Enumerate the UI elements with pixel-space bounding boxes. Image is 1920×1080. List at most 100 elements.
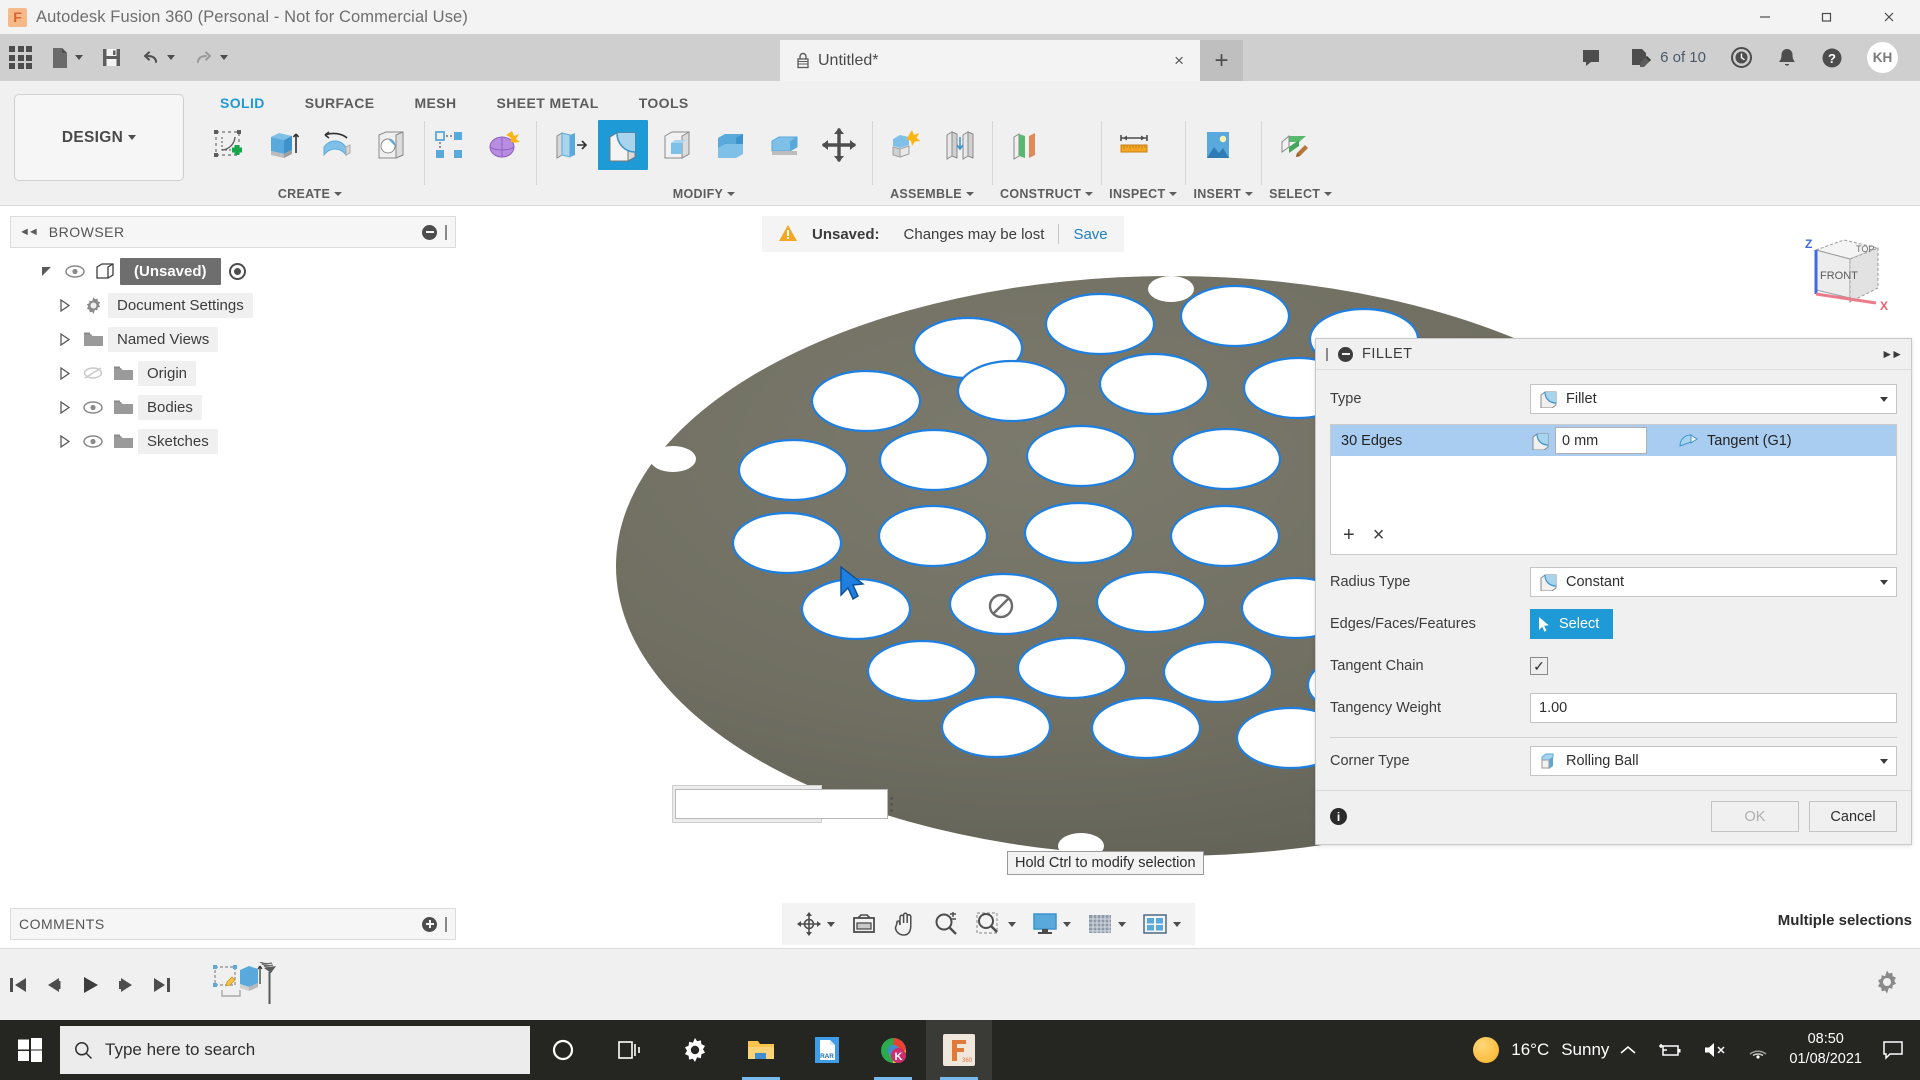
add-comment-icon[interactable] — [422, 917, 437, 932]
fusion360-taskbar-icon[interactable]: 360 — [926, 1020, 992, 1080]
tab-solid[interactable]: SOLID — [200, 89, 285, 117]
zoom-tool[interactable] — [925, 906, 967, 942]
comments-resize-handle[interactable] — [445, 917, 447, 932]
file-explorer-icon[interactable] — [728, 1020, 794, 1080]
fillet-type-select[interactable]: Fillet — [1530, 384, 1897, 414]
tab-tools[interactable]: TOOLS — [619, 89, 709, 117]
zoom-window-tool[interactable] — [967, 906, 1024, 942]
fillet-tool[interactable] — [598, 120, 648, 170]
visibility-eye-icon[interactable] — [78, 401, 108, 414]
panel-create-label[interactable]: CREATE — [204, 187, 416, 205]
tab-surface[interactable]: SURFACE — [285, 89, 395, 117]
extrude-tool[interactable] — [258, 120, 308, 170]
measure-tool[interactable] — [1109, 120, 1159, 170]
select-button[interactable]: Select — [1530, 609, 1613, 639]
expand-arrow-icon[interactable] — [52, 435, 78, 448]
hole-tool[interactable] — [366, 120, 416, 170]
fillet-edge-row[interactable]: 30 Edges 0 mm Tangent (G1) — [1331, 425, 1896, 456]
dialog-drag-handle[interactable] — [1326, 348, 1328, 361]
draft-tool[interactable] — [706, 120, 756, 170]
new-tab-button[interactable]: + — [1200, 40, 1243, 81]
expand-arrow-icon[interactable] — [52, 367, 78, 380]
panel-insert-label[interactable]: INSERT — [1193, 187, 1253, 205]
panel-modify-label[interactable]: MODIFY — [544, 187, 864, 205]
panel-inspect-label[interactable]: INSPECT — [1109, 187, 1177, 205]
battery-icon[interactable] — [1647, 1020, 1693, 1080]
add-edge-set-icon[interactable]: + — [1343, 525, 1355, 545]
expand-arrow-icon[interactable] — [34, 264, 60, 278]
settings-icon[interactable] — [662, 1020, 728, 1080]
visibility-eye-icon[interactable] — [60, 265, 90, 278]
fillet-dialog-header[interactable]: FILLET ►► — [1316, 339, 1911, 370]
close-button[interactable] — [1858, 0, 1920, 34]
tree-node-document-settings[interactable]: Document Settings — [52, 288, 456, 322]
document-tab-close-icon[interactable]: × — [1168, 51, 1190, 71]
taskbar-clock[interactable]: 08:50 01/08/2021 — [1779, 1030, 1872, 1069]
panel-construct-label[interactable]: CONSTRUCT — [1000, 187, 1093, 205]
task-view-icon[interactable] — [596, 1020, 662, 1080]
pan-tool[interactable] — [885, 906, 925, 942]
combine-tool[interactable] — [760, 120, 810, 170]
winrar-icon[interactable]: RAR — [794, 1020, 860, 1080]
undo-button[interactable] — [131, 34, 184, 81]
grid-snap-tool[interactable] — [1079, 906, 1134, 942]
collapse-dialog-icon[interactable] — [1338, 347, 1353, 362]
press-pull-tool[interactable] — [544, 120, 594, 170]
tree-node-unsaved[interactable]: (Unsaved) — [34, 254, 456, 288]
collapse-left-icon[interactable]: ◄◄ — [19, 226, 37, 238]
timeline-feature-marker[interactable] — [208, 961, 278, 1009]
activate-component-icon[interactable] — [229, 263, 246, 280]
shell-tool[interactable] — [652, 120, 702, 170]
select-tool[interactable] — [1269, 120, 1319, 170]
move-copy-tool[interactable] — [814, 120, 864, 170]
app-grid-icon[interactable] — [0, 34, 41, 81]
comments-icon[interactable] — [1570, 34, 1618, 81]
tree-node-sketches[interactable]: Sketches — [52, 424, 456, 458]
expand-arrow-icon[interactable] — [52, 401, 78, 414]
redo-button[interactable] — [184, 34, 237, 81]
tree-node-named-views[interactable]: Named Views — [52, 322, 456, 356]
save-button[interactable] — [92, 34, 131, 81]
file-menu-button[interactable] — [41, 34, 92, 81]
insert-image-tool[interactable] — [1193, 120, 1243, 170]
volume-muted-icon[interactable] — [1693, 1020, 1737, 1080]
look-at-tool[interactable] — [843, 906, 885, 942]
panel-assemble-label[interactable]: ASSEMBLE — [880, 187, 984, 205]
joint-tool[interactable] — [934, 120, 984, 170]
tab-sheet-metal[interactable]: SHEET METAL — [477, 89, 619, 117]
more-options-icon[interactable] — [890, 797, 893, 812]
revolve-tool[interactable] — [312, 120, 362, 170]
minimize-button[interactable] — [1734, 0, 1796, 34]
cortana-icon[interactable] — [530, 1020, 596, 1080]
corner-type-select[interactable]: Rolling Ball — [1530, 746, 1897, 776]
avatar[interactable]: KH — [1855, 34, 1910, 81]
inline-radius-editor[interactable] — [672, 785, 822, 823]
step-back-button[interactable] — [36, 963, 72, 1007]
step-forward-button[interactable] — [108, 963, 144, 1007]
offset-plane-tool[interactable] — [1000, 120, 1050, 170]
job-status-button[interactable]: 6 of 10 — [1618, 34, 1718, 81]
unsaved-save-link[interactable]: Save — [1073, 226, 1107, 243]
browser-collapse-icon[interactable] — [422, 225, 437, 240]
notifications-bell-icon[interactable] — [1765, 34, 1809, 81]
orbit-tool[interactable] — [788, 906, 843, 942]
help-icon[interactable]: ? — [1809, 34, 1855, 81]
expand-dialog-icon[interactable]: ►► — [1881, 347, 1901, 361]
create-sketch-tool[interactable] — [204, 120, 254, 170]
edge-radius-input[interactable]: 0 mm — [1555, 427, 1647, 454]
start-button[interactable] — [0, 1020, 60, 1080]
weather-widget[interactable]: 16°C Sunny — [1459, 1037, 1609, 1063]
network-icon[interactable] — [1737, 1020, 1779, 1080]
play-button[interactable] — [72, 963, 108, 1007]
visibility-hidden-icon[interactable] — [78, 366, 108, 380]
tree-node-bodies[interactable]: Bodies — [52, 390, 456, 424]
tab-mesh[interactable]: MESH — [394, 89, 476, 117]
display-settings-tool[interactable] — [1024, 906, 1079, 942]
form-tool[interactable] — [478, 120, 528, 170]
document-tab[interactable]: Untitled* × — [780, 40, 1200, 81]
panel-select-label[interactable]: SELECT — [1269, 187, 1332, 205]
remove-edge-set-icon[interactable]: × — [1373, 525, 1385, 545]
tree-node-origin[interactable]: Origin — [52, 356, 456, 390]
inline-radius-input[interactable] — [675, 789, 888, 819]
info-icon[interactable]: i — [1330, 808, 1347, 825]
